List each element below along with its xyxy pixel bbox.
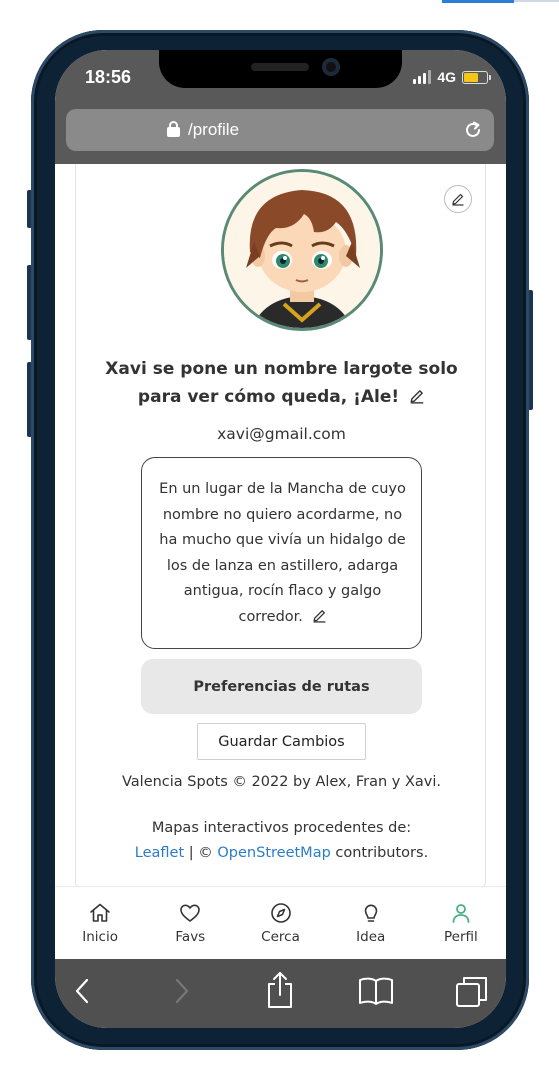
nav-label-perfil: Perfil [444, 929, 478, 945]
edit-avatar-button[interactable] [444, 185, 472, 213]
leaflet-link[interactable]: Leaflet [135, 845, 184, 861]
lock-icon [167, 121, 180, 137]
nav-label-favs: Favs [175, 929, 206, 945]
user-name: Xavi se pone un nombre largote solo para… [105, 359, 458, 407]
top-accent-line [442, 0, 514, 3]
signal-icon [413, 70, 432, 84]
edit-name-pencil-icon[interactable] [409, 388, 425, 404]
profile-avatar [221, 169, 383, 331]
bio-block: En un lugar de la Mancha de cuyo nombre … [154, 477, 411, 630]
attribution-separator: | © [188, 845, 213, 861]
openstreetmap-link[interactable]: OpenStreetMap [217, 845, 330, 861]
notch [159, 50, 402, 88]
user-bio: En un lugar de la Mancha de cuyo nombre … [159, 481, 406, 625]
route-preferences-button[interactable]: Preferencias de rutas [141, 659, 422, 714]
speaker [251, 63, 309, 71]
nav-item-inicio[interactable]: Inicio [55, 887, 145, 959]
back-icon[interactable] [73, 975, 93, 1007]
home-icon [90, 903, 110, 922]
nav-item-cerca[interactable]: Cerca [235, 887, 325, 959]
status-time: 18:56 [85, 67, 132, 87]
user-email: xavi@gmail.com [217, 425, 346, 443]
nav-label-cerca: Cerca [261, 929, 300, 945]
attribution-suffix: contributors. [335, 845, 429, 861]
nav-item-idea[interactable]: Idea [326, 887, 416, 959]
reload-icon[interactable] [463, 120, 483, 140]
profile-card: Xavi se pone un nombre largote solo para… [75, 164, 486, 886]
compass-icon [270, 903, 291, 923]
url-bar[interactable]: /profile [66, 109, 494, 151]
nav-item-favs[interactable]: Favs [145, 887, 235, 959]
nav-item-perfil[interactable]: Perfil [416, 887, 506, 959]
user-icon [452, 904, 470, 923]
nav-label-idea: Idea [356, 929, 386, 945]
top-accent-line-secondary [514, 0, 559, 2]
map-attribution-prefix: Mapas interactivos procedentes de: [151, 820, 412, 836]
pencil-icon [452, 193, 464, 206]
user-name-block: Xavi se pone un nombre largote solo para… [96, 355, 467, 411]
bottom-navigation: Inicio Favs Cerca Idea Perfil [55, 886, 506, 959]
share-icon[interactable] [265, 971, 295, 1009]
avatar-illustration [224, 172, 380, 328]
status-indicators: 4G [413, 69, 491, 85]
forward-icon[interactable] [171, 975, 191, 1007]
lightbulb-icon [364, 904, 378, 922]
url-text: /profile [188, 120, 240, 139]
network-type: 4G [437, 69, 456, 85]
nav-label-inicio: Inicio [82, 929, 118, 945]
battery-icon [462, 70, 491, 84]
heart-icon [180, 904, 201, 922]
browser-top-area: 18:56 4G /profile [55, 50, 506, 164]
copyright-text: Valencia Spots © 2022 by Alex, Fran y Xa… [121, 774, 442, 790]
camera [322, 58, 340, 76]
edit-bio-pencil-icon[interactable] [312, 608, 327, 623]
profile-page: Xavi se pone un nombre largote solo para… [55, 164, 506, 886]
map-attribution: Mapas interactivos procedentes de: Leafl… [76, 816, 487, 866]
bookmarks-icon[interactable] [358, 975, 394, 1007]
save-changes-button[interactable]: Guardar Cambios [197, 723, 366, 760]
tabs-icon[interactable] [455, 975, 489, 1009]
browser-toolbar [55, 959, 506, 1028]
bio-box: En un lugar de la Mancha de cuyo nombre … [141, 457, 422, 649]
phone-screen: 18:56 4G /profile Xavi se pone un nombre… [55, 50, 506, 1028]
